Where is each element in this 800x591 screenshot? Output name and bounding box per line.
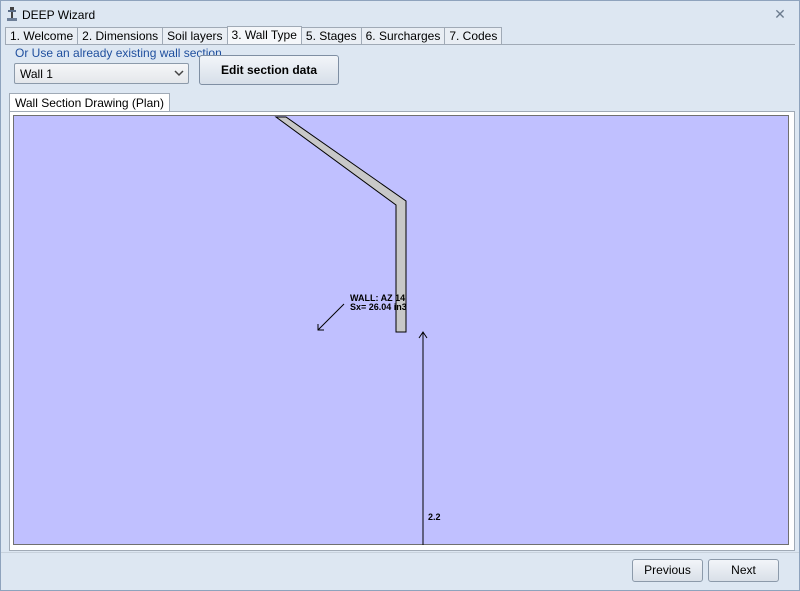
wall-section-canvas: WALL: AZ 14 Sx= 26.04 in3 2.2 [13, 115, 789, 545]
tab-panel-border [5, 44, 795, 45]
tab-dimensions[interactable]: 2. Dimensions [77, 27, 164, 45]
wall-section-selected-value: Wall 1 [20, 67, 53, 81]
edit-section-data-button[interactable]: Edit section data [199, 55, 339, 85]
deep-wizard-window: DEEP Wizard ✕ 1. Welcome 2. Dimensions S… [0, 0, 800, 591]
footer-separator [1, 552, 799, 553]
app-icon [7, 7, 17, 21]
wall-section-select[interactable]: Wall 1 [14, 63, 189, 84]
tab-welcome[interactable]: 1. Welcome [5, 27, 79, 45]
tab-wall-type[interactable]: 3. Wall Type [226, 26, 302, 45]
tab-wall-section-drawing[interactable]: Wall Section Drawing (Plan) [9, 93, 170, 112]
wall-drawing-svg [274, 116, 428, 545]
next-button[interactable]: Next [708, 559, 779, 582]
wall-label-leader [317, 303, 345, 331]
wall-modulus-label: Sx= 26.04 in3 [350, 302, 407, 312]
previous-button[interactable]: Previous [632, 559, 703, 582]
close-icon[interactable]: ✕ [771, 5, 789, 23]
tab-codes[interactable]: 7. Codes [444, 27, 503, 45]
tab-soil-layers[interactable]: Soil layers [162, 27, 228, 45]
window-title: DEEP Wizard [22, 8, 96, 22]
dimension-value-label: 2.2 [428, 512, 441, 522]
title-bar: DEEP Wizard ✕ [1, 1, 799, 27]
tab-stages[interactable]: 5. Stages [300, 27, 362, 45]
wizard-tabs: 1. Welcome 2. Dimensions Soil layers 3. … [5, 26, 503, 45]
tab-surcharges[interactable]: 6. Surcharges [360, 27, 446, 45]
chevron-down-icon [174, 70, 184, 77]
section-hint-label: Or Use an already existing wall section [15, 46, 222, 60]
